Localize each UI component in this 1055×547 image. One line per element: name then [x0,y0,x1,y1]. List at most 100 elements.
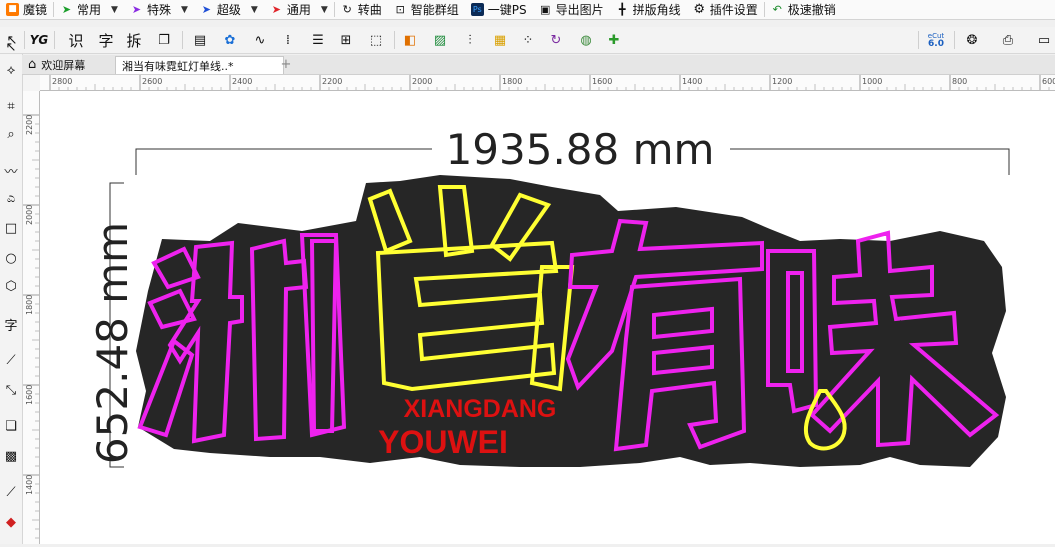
rectangle-tool[interactable]: □ [1,218,21,238]
yg-button[interactable]: YG [28,30,50,50]
char-button[interactable]: 字 [96,30,116,50]
text-height-icon: ⫶ [468,32,472,48]
arrow-purple-icon: ➤ [131,3,142,16]
color-boxes-icon: ◧ [403,32,417,48]
ruler-tick-label: 800 [952,77,967,86]
ellipse-icon: ○ [5,250,17,266]
caret-down-icon[interactable]: ▼ [111,5,118,15]
menu-label: 通用 [286,3,311,17]
ruler-tick-label: 1000 [862,77,882,86]
add-tab-button[interactable]: + [273,56,299,73]
neon-sign-artwork[interactable]: 1935.88 mm 652.48 mm 湘 当 有 味 XIANGDANG Y… [40,91,1055,544]
select-frame-button[interactable]: ⬚ [366,30,386,50]
ellipse-tool[interactable]: ○ [1,248,21,268]
ruler-tick-label: 2000 [25,205,34,225]
dimension-icon: ⟋ [6,352,16,368]
menu-smart-group[interactable]: ⊡ 智能群组 [388,0,465,19]
toolbox: ↖ ⟡ ⌗ ⌕ 〰 ಎ □ ○ ⬡ 字 ⟋ ⤡ ❏ ▩ ⟋ ◆ [0,40,23,544]
text-tool-label: 字 [4,318,18,334]
zoom-icon: ⌕ [7,126,15,142]
menu-crop-marks[interactable]: ╋ 拼版角线 [610,0,687,19]
caret-down-icon[interactable]: ▼ [251,5,258,15]
artistic-media-tool[interactable]: ಎ [1,188,21,208]
pick-tool[interactable]: ↖ [1,37,21,57]
ruler-tick-label: 2800 [52,77,72,86]
weld-button[interactable]: ❂ [962,30,982,50]
menu-label: 魔镜 [23,3,48,17]
eyedropper-icon: ⟋ [6,484,16,500]
menu-label: 智能群组 [410,3,459,17]
zoom-tool[interactable]: ⌕ [1,124,21,144]
shape-tool[interactable]: ⟡ [1,60,21,80]
menu-special[interactable]: ➤ 特殊 ▼ [124,0,194,19]
menu-convert-curves[interactable]: ↻ 转曲 [335,0,388,19]
frame-button[interactable]: ▭ [1034,30,1054,50]
wave-button[interactable]: ∿ [250,30,270,50]
lines-button[interactable]: ☰ [308,30,328,50]
menu-export-image[interactable]: ▣ 导出图片 [533,0,610,19]
distribute-button[interactable]: ⊞ [336,30,356,50]
crop-tool[interactable]: ⌗ [1,96,21,116]
freehand-tool[interactable]: 〰 [1,160,21,180]
image-icon: ▨ [433,32,447,48]
drawing-canvas[interactable]: 1935.88 mm 652.48 mm 湘 当 有 味 XIANGDANG Y… [40,91,1055,544]
print-icon: ⎙ [1002,32,1014,48]
divider [954,31,955,49]
menu-super[interactable]: ➤ 超级 ▼ [194,0,264,19]
menu-mirror[interactable]: ■ 魔镜 [0,0,53,19]
plugin-button[interactable]: ✚ [604,30,624,50]
brush-button[interactable]: ◍ [576,30,596,50]
tab-document[interactable]: 湘当有味霓虹灯单线..* [115,56,284,74]
caret-down-icon[interactable]: ▼ [321,5,328,15]
ruler-corner[interactable] [23,75,41,92]
convert-icon: ↻ [342,3,352,16]
eyedropper-tool[interactable]: ⟋ [1,482,21,502]
shadow-tool[interactable]: ❏ [1,416,21,436]
align-button[interactable]: ⁞ [278,30,298,50]
rotate-button[interactable]: ↻ [546,30,566,50]
menu-common[interactable]: ➤ 常用 ▼ [54,0,124,19]
color-boxes-button[interactable]: ◧ [400,30,420,50]
horizontal-ruler[interactable]: 2800 2600 2400 2200 2000 1800 1600 1400 1200 1000… [40,75,1055,91]
grid-icon: ▦ [493,32,507,48]
recognize-button[interactable]: 识 [66,30,86,50]
horizontal-ruler-ticks: 2800 2600 2400 2200 2000 1800 1600 1400 1200 1000… [49,75,1055,90]
caret-down-icon[interactable]: ▼ [181,5,188,15]
vertical-ruler[interactable]: 2200 2000 1800 1600 1400 [23,91,40,547]
split-label: 拆 [126,31,142,50]
lines-icon: ☰ [312,32,324,48]
plus-icon: + [280,57,292,72]
ruler-tick-label: 2200 [322,77,342,86]
menu-label: 超级 [216,3,241,17]
menu-plugin-settings[interactable]: ⚙ 插件设置 [687,0,764,19]
vertical-ruler-ticks: 2200 2000 1800 1600 1400 [23,114,39,547]
table-button[interactable]: ▤ [190,30,210,50]
menu-fast-undo[interactable]: ↶ 极速撤销 [765,0,842,19]
transparency-tool[interactable]: ▩ [1,446,21,466]
grid-button[interactable]: ▦ [490,30,510,50]
pattern-button[interactable]: ✿ [220,30,240,50]
polygon-tool[interactable]: ⬡ [1,276,21,296]
text-height-button[interactable]: ⫶ [460,30,480,50]
yg-label: YG [29,33,49,47]
ruler-tick-label: 1600 [592,77,612,86]
rotate-icon: ↻ [550,32,562,48]
plugin-toolbar: ↖ YG 识 字 拆 ❐ ▤ ✿ ∿ ⁞ ☰ ⊞ ⬚ ◧ ▨ ⫶ ▦ ⁘ ↻ ◍… [0,27,1055,54]
menu-one-click-ps[interactable]: Ps 一键PS [465,0,533,19]
ruler-tick-label: 1600 [25,385,34,405]
print-button[interactable]: ⎙ [998,30,1018,50]
text-tool[interactable]: 字 [1,314,21,334]
tab-welcome[interactable]: ⌂ 欢迎屏幕 [22,56,124,73]
fill-tool[interactable]: ◆ [1,512,21,532]
select-frame-icon: ⬚ [369,32,383,48]
menu-label: 转曲 [357,3,382,17]
ecut-button[interactable]: eCut 6.0 [924,30,948,50]
split-button[interactable]: 拆 [124,30,144,50]
dimension-tool[interactable]: ⟋ [1,350,21,370]
dots-button[interactable]: ⁘ [518,30,538,50]
menu-general[interactable]: ➤ 通用 ▼ [264,0,334,19]
connector-tool[interactable]: ⤡ [1,380,21,400]
image-button[interactable]: ▨ [430,30,450,50]
subtitle-line-2: YOUWEI [378,424,508,460]
copy-button[interactable]: ❐ [154,30,174,50]
